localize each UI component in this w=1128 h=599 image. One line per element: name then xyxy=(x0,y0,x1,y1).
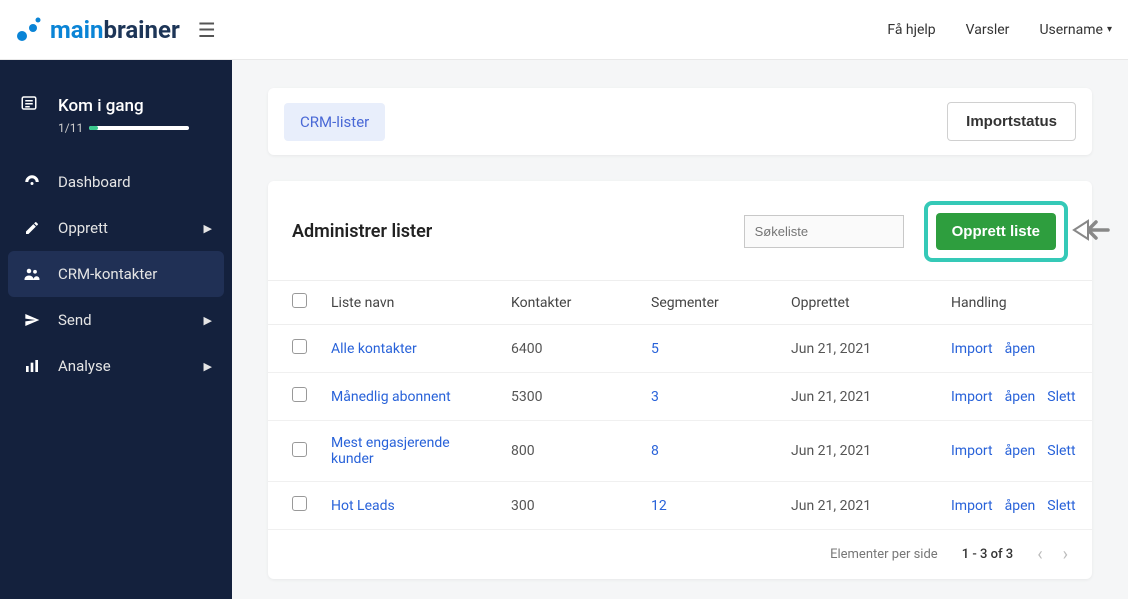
alerts-link[interactable]: Varsler xyxy=(966,22,1010,38)
create-highlight: Opprett liste xyxy=(924,201,1068,262)
pagination-range: 1 - 3 of 3 xyxy=(962,547,1013,562)
segments-link[interactable]: 8 xyxy=(651,443,659,459)
action-import[interactable]: Import xyxy=(951,498,993,514)
sidebar-item-create[interactable]: Opprett ▶ xyxy=(0,205,232,251)
table-row: Månedlig abonnent 5300 3 Jun 21, 2021 Import… xyxy=(268,373,1092,421)
lists-title: Administrer lister xyxy=(292,221,432,242)
action-import[interactable]: Import xyxy=(951,389,993,405)
sidebar-getting-started[interactable]: Kom i gang 1/11 xyxy=(0,80,232,159)
segments-link[interactable]: 3 xyxy=(651,389,659,405)
row-checkbox[interactable] xyxy=(292,387,307,402)
sidebar-item-crm-contacts[interactable]: CRM-kontakter xyxy=(8,251,224,297)
chevron-right-icon: ▶ xyxy=(204,222,212,235)
help-link[interactable]: Få hjelp xyxy=(887,22,935,38)
caret-down-icon: ▾ xyxy=(1107,24,1112,35)
col-header-created: Opprettet xyxy=(779,281,939,325)
row-checkbox[interactable] xyxy=(292,442,307,457)
sidebar-item-dashboard[interactable]: Dashboard xyxy=(0,159,232,205)
sidebar-item-send[interactable]: Send ▶ xyxy=(0,297,232,343)
cell-contacts: 800 xyxy=(499,421,639,482)
action-import[interactable]: Import xyxy=(951,443,993,459)
action-åpen[interactable]: åpen xyxy=(1005,443,1036,459)
lists-table: Liste navn Kontakter Segmenter Opprettet… xyxy=(268,280,1092,530)
list-name-link[interactable]: Hot Leads xyxy=(331,498,395,514)
username-label: Username xyxy=(1039,22,1103,38)
chart-icon xyxy=(20,358,44,374)
table-row: Alle kontakter 6400 5 Jun 21, 2021 Import åpe… xyxy=(268,325,1092,373)
list-name-link[interactable]: Alle kontakter xyxy=(331,341,417,357)
list-icon xyxy=(20,94,44,117)
username-dropdown[interactable]: Username ▾ xyxy=(1039,22,1112,38)
sidebar-item-analyse[interactable]: Analyse ▶ xyxy=(0,343,232,389)
tab-crm-lists[interactable]: CRM-lister xyxy=(284,103,385,141)
sidebar-item-label: CRM-kontakter xyxy=(58,265,157,283)
select-all-checkbox[interactable] xyxy=(292,293,307,308)
cell-contacts: 5300 xyxy=(499,373,639,421)
segments-link[interactable]: 5 xyxy=(651,341,659,357)
action-åpen[interactable]: åpen xyxy=(1005,498,1036,514)
next-page-button[interactable]: › xyxy=(1063,544,1068,565)
sidebar-item-label: Opprett xyxy=(58,219,108,237)
sidebar-start-progress-text: 1/11 xyxy=(58,121,83,135)
list-name-link[interactable]: Månedlig abonnent xyxy=(331,389,451,405)
lists-header: Administrer lister Opprett liste xyxy=(268,181,1092,280)
send-icon xyxy=(20,312,44,328)
chevron-right-icon: ▶ xyxy=(204,314,212,327)
main-content: CRM-lister Importstatus Administrer list… xyxy=(232,60,1128,599)
per-page-label: Elementer per side xyxy=(830,547,938,562)
action-åpen[interactable]: åpen xyxy=(1005,341,1036,357)
prev-page-button[interactable]: ‹ xyxy=(1037,544,1042,565)
table-row: Hot Leads 300 12 Jun 21, 2021 Import åpen Slet… xyxy=(268,482,1092,530)
cell-contacts: 6400 xyxy=(499,325,639,373)
col-header-name: Liste navn xyxy=(319,281,499,325)
cell-contacts: 300 xyxy=(499,482,639,530)
chevron-right-icon: ▶ xyxy=(204,360,212,373)
lists-card: Administrer lister Opprett liste Liste n… xyxy=(268,181,1092,579)
action-åpen[interactable]: åpen xyxy=(1005,389,1036,405)
action-slett[interactable]: Slett xyxy=(1047,389,1075,405)
row-checkbox[interactable] xyxy=(292,339,307,354)
cell-created: Jun 21, 2021 xyxy=(779,325,939,373)
cell-created: Jun 21, 2021 xyxy=(779,421,939,482)
pencil-icon xyxy=(20,220,44,236)
table-footer: Elementer per side 1 - 3 of 3 ‹ › xyxy=(268,530,1092,579)
table-row: Mest engasjerende kunder 800 8 Jun 21, 2021… xyxy=(268,421,1092,482)
col-header-segments: Segmenter xyxy=(639,281,779,325)
sidebar-item-label: Analyse xyxy=(58,357,111,375)
sidebar-start-label: Kom i gang xyxy=(58,96,144,116)
progress-bar xyxy=(89,126,189,130)
users-icon xyxy=(20,265,44,283)
sidebar-item-label: Send xyxy=(58,311,92,329)
topbar: mainbrainer ☰ Få hjelp Varsler Username … xyxy=(0,0,1128,60)
list-name-link[interactable]: Mest engasjerende kunder xyxy=(331,435,450,467)
hamburger-icon[interactable]: ☰ xyxy=(198,18,216,42)
action-slett[interactable]: Slett xyxy=(1047,498,1075,514)
col-header-contacts: Kontakter xyxy=(499,281,639,325)
col-header-actions: Handling xyxy=(939,281,1092,325)
action-slett[interactable]: Slett xyxy=(1047,443,1075,459)
action-import[interactable]: Import xyxy=(951,341,993,357)
logo-dots-icon xyxy=(16,16,44,44)
search-input[interactable] xyxy=(744,215,904,248)
brand-text: mainbrainer xyxy=(50,16,180,44)
cell-created: Jun 21, 2021 xyxy=(779,482,939,530)
import-status-button[interactable]: Importstatus xyxy=(947,102,1076,141)
sidebar: Kom i gang 1/11 Dashboard Opprett ▶ xyxy=(0,60,232,599)
cell-created: Jun 21, 2021 xyxy=(779,373,939,421)
tabs-card: CRM-lister Importstatus xyxy=(268,88,1092,155)
pointer-arrow-icon xyxy=(1072,217,1110,247)
row-checkbox[interactable] xyxy=(292,496,307,511)
segments-link[interactable]: 12 xyxy=(651,498,667,514)
sidebar-item-label: Dashboard xyxy=(58,173,131,191)
dashboard-icon xyxy=(20,173,44,191)
brand-logo[interactable]: mainbrainer xyxy=(16,16,180,44)
create-list-button[interactable]: Opprett liste xyxy=(936,213,1056,250)
